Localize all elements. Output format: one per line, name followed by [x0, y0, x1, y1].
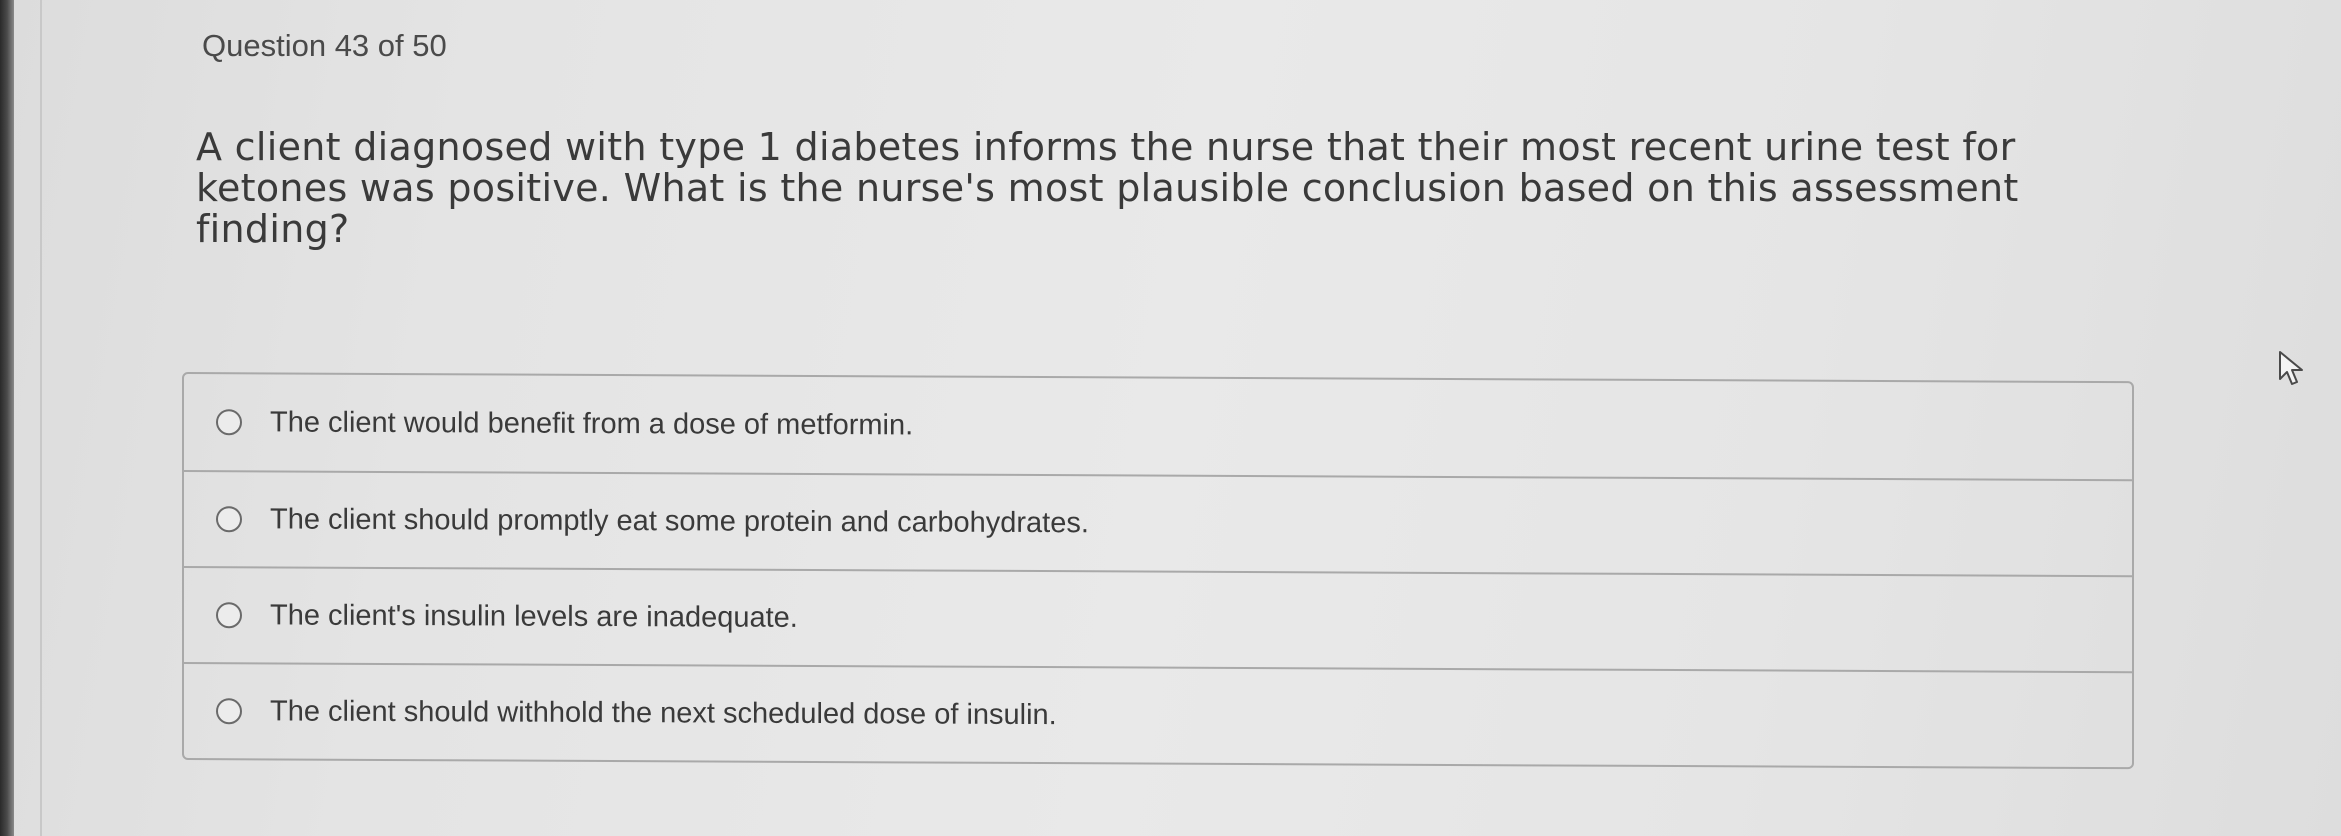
answer-option-a[interactable]: The client would benefit from a dose of … [184, 374, 2132, 479]
answer-options: The client would benefit from a dose of … [182, 372, 2134, 770]
answer-option-label: The client should withhold the next sche… [270, 694, 1057, 731]
radio-unselected-icon[interactable] [216, 409, 242, 436]
answer-option-label: The client should promptly eat some prot… [270, 502, 1089, 539]
answer-option-d[interactable]: The client should withhold the next sche… [184, 662, 2132, 768]
answer-option-b[interactable]: The client should promptly eat some prot… [184, 470, 2132, 576]
question-text: A client diagnosed with type 1 diabetes … [196, 125, 2019, 251]
answer-option-label: The client would benefit from a dose of … [270, 405, 914, 441]
radio-unselected-icon[interactable] [216, 602, 242, 629]
mouse-pointer-icon [2279, 351, 2303, 385]
radio-unselected-icon[interactable] [216, 506, 242, 533]
screen-bezel [0, 0, 14, 836]
radio-unselected-icon[interactable] [216, 698, 242, 725]
question-counter: Question 43 of 50 [202, 28, 447, 63]
page-divider [40, 0, 42, 836]
answer-option-c[interactable]: The client's insulin levels are inadequa… [184, 566, 2132, 672]
answer-option-label: The client's insulin levels are inadequa… [270, 598, 798, 634]
